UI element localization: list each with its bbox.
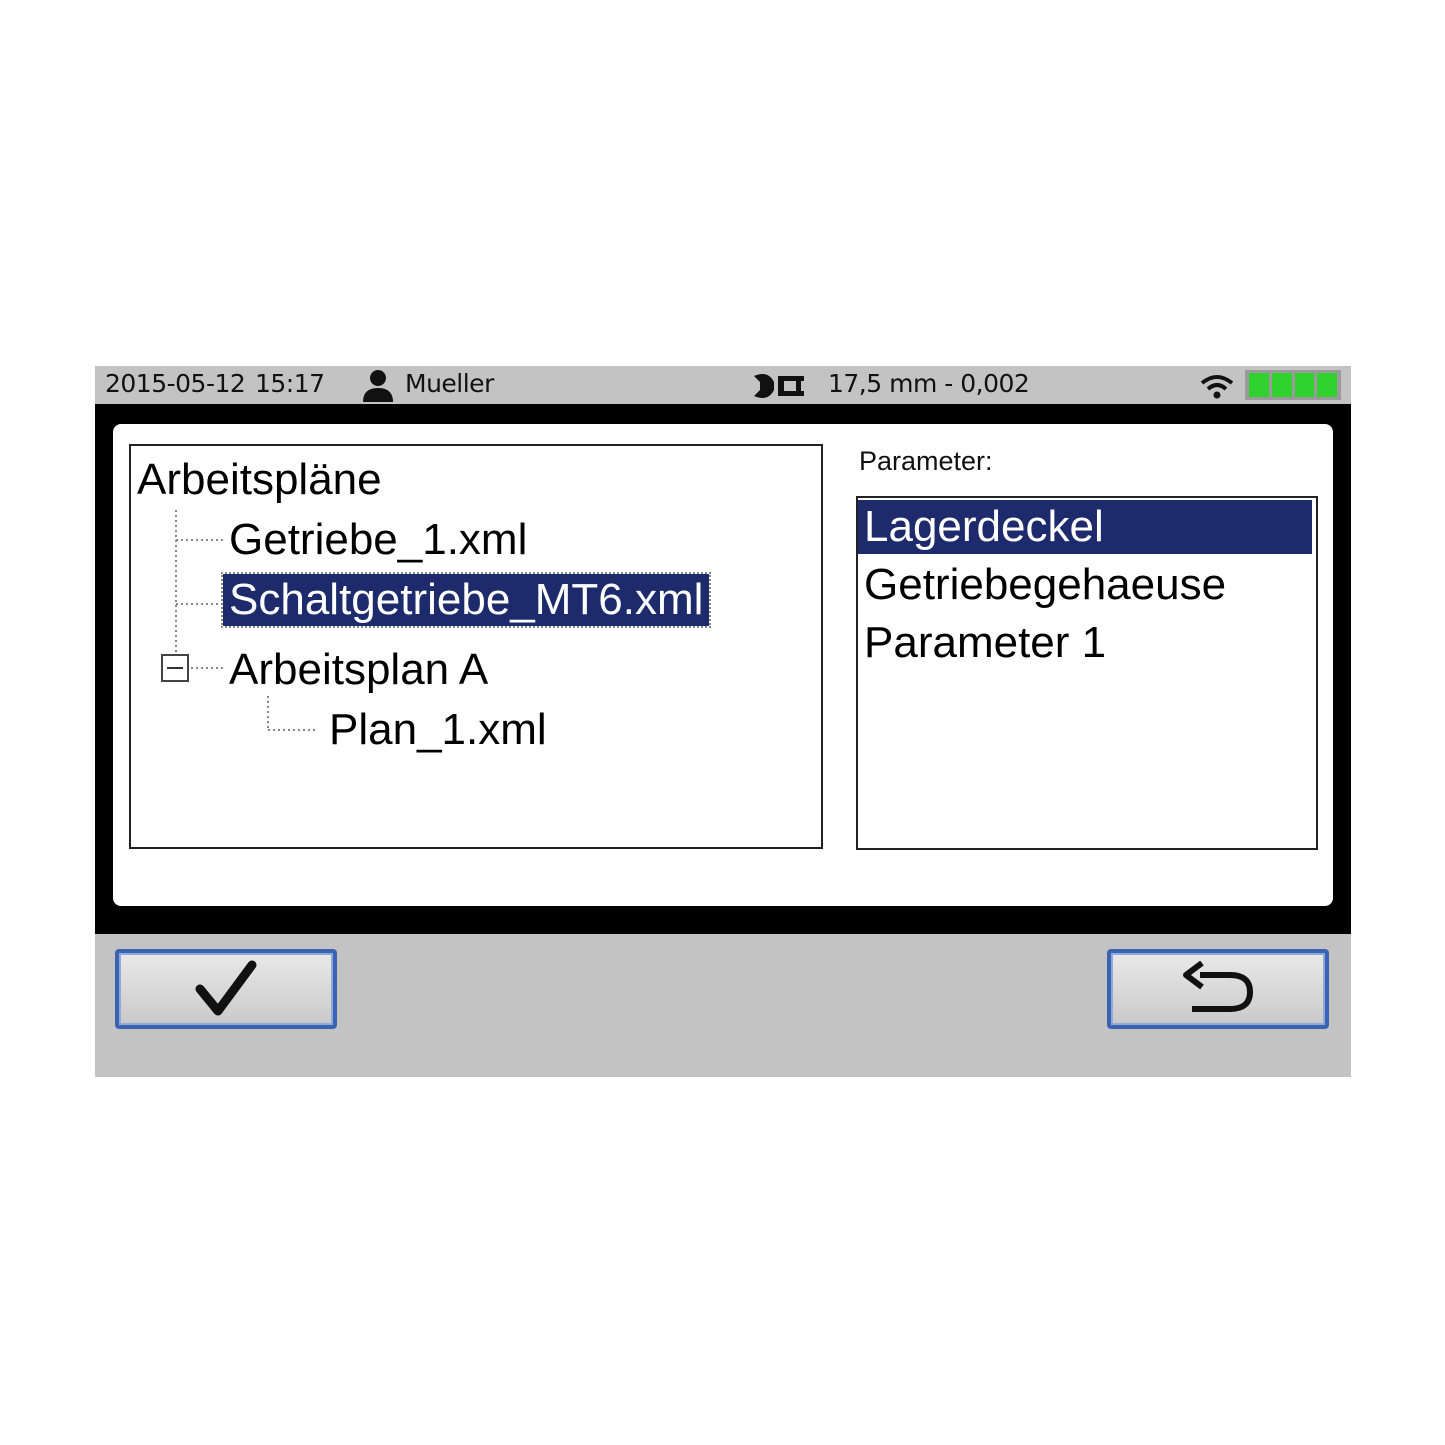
- wifi-icon: [1200, 375, 1234, 399]
- wrench-caliper-icon: [754, 374, 804, 398]
- status-time: 15:17: [255, 369, 325, 398]
- parameter-label: Parameter:: [859, 446, 993, 476]
- tree-root-work-plans[interactable]: Arbeitspläne: [137, 454, 382, 506]
- parameter-item-parameter-1[interactable]: Parameter 1: [858, 616, 1312, 670]
- device-screen: 2015-05-12 15:17 Mueller 17,5 mm - 0,002: [95, 366, 1351, 1077]
- bottom-button-bar: [95, 934, 1351, 1077]
- confirm-button[interactable]: [115, 949, 337, 1029]
- battery-cell: [1294, 373, 1315, 397]
- main-content: Arbeitspläne Getriebe_1.xml Schaltgetrie…: [113, 424, 1333, 906]
- battery-cell: [1249, 373, 1269, 397]
- status-date: 2015-05-12: [105, 369, 246, 398]
- parameter-item-getriebegehaeuse[interactable]: Getriebegehaeuse: [858, 558, 1312, 612]
- status-measurement: 17,5 mm - 0,002: [828, 369, 1030, 398]
- parameter-list[interactable]: Lagerdeckel Getriebegehaeuse Parameter 1: [856, 496, 1318, 850]
- status-bar: 2015-05-12 15:17 Mueller 17,5 mm - 0,002: [95, 366, 1351, 404]
- parameter-item-lagerdeckel[interactable]: Lagerdeckel: [858, 500, 1312, 554]
- battery-cell: [1317, 373, 1337, 397]
- work-plan-tree[interactable]: Arbeitspläne Getriebe_1.xml Schaltgetrie…: [129, 444, 823, 849]
- battery-cell: [1271, 373, 1292, 397]
- tree-item-schaltgetriebe-mt6[interactable]: Schaltgetriebe_MT6.xml: [220, 572, 712, 628]
- tree-item-arbeitsplan-a[interactable]: Arbeitsplan A: [229, 644, 488, 696]
- battery-indicator: [1245, 370, 1341, 400]
- tree-item-plan-1[interactable]: Plan_1.xml: [329, 704, 547, 756]
- checkmark-icon: [195, 960, 257, 1016]
- status-user: Mueller: [405, 369, 494, 398]
- user-icon: [363, 370, 393, 402]
- collapse-toggle-icon[interactable]: [161, 654, 189, 682]
- back-button[interactable]: [1107, 949, 1329, 1029]
- return-arrow-icon: [1183, 961, 1254, 1012]
- tree-item-getriebe-1[interactable]: Getriebe_1.xml: [229, 514, 527, 566]
